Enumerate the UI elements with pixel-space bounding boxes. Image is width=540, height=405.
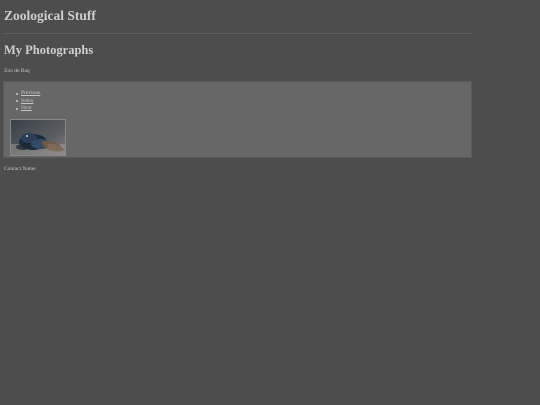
photo-thumbnail[interactable]	[10, 119, 66, 156]
contact-link[interactable]: Contact Name	[4, 166, 36, 172]
site-title: Zoological Stuff	[4, 8, 96, 23]
nav-item-index: Index	[15, 98, 40, 106]
photo-navigation: Previous Index Next	[14, 90, 40, 113]
footer-contact: Contact Name	[4, 166, 36, 172]
page-heading: My Photographs	[4, 43, 94, 57]
index-link[interactable]: Index	[21, 98, 34, 104]
photo-panel: Previous Index Next	[3, 81, 472, 158]
next-link[interactable]: Next	[21, 105, 32, 111]
header-divider	[4, 33, 472, 34]
previous-link[interactable]: Previous	[21, 90, 40, 96]
nav-item-previous: Previous	[15, 90, 40, 98]
gallery-caption: Zoo de Baq	[4, 68, 30, 74]
page: { "site": { "title": "Zoological Stuff" …	[0, 0, 540, 405]
photo-thumbnail-icon	[11, 120, 65, 155]
nav-item-next: Next	[15, 105, 40, 113]
